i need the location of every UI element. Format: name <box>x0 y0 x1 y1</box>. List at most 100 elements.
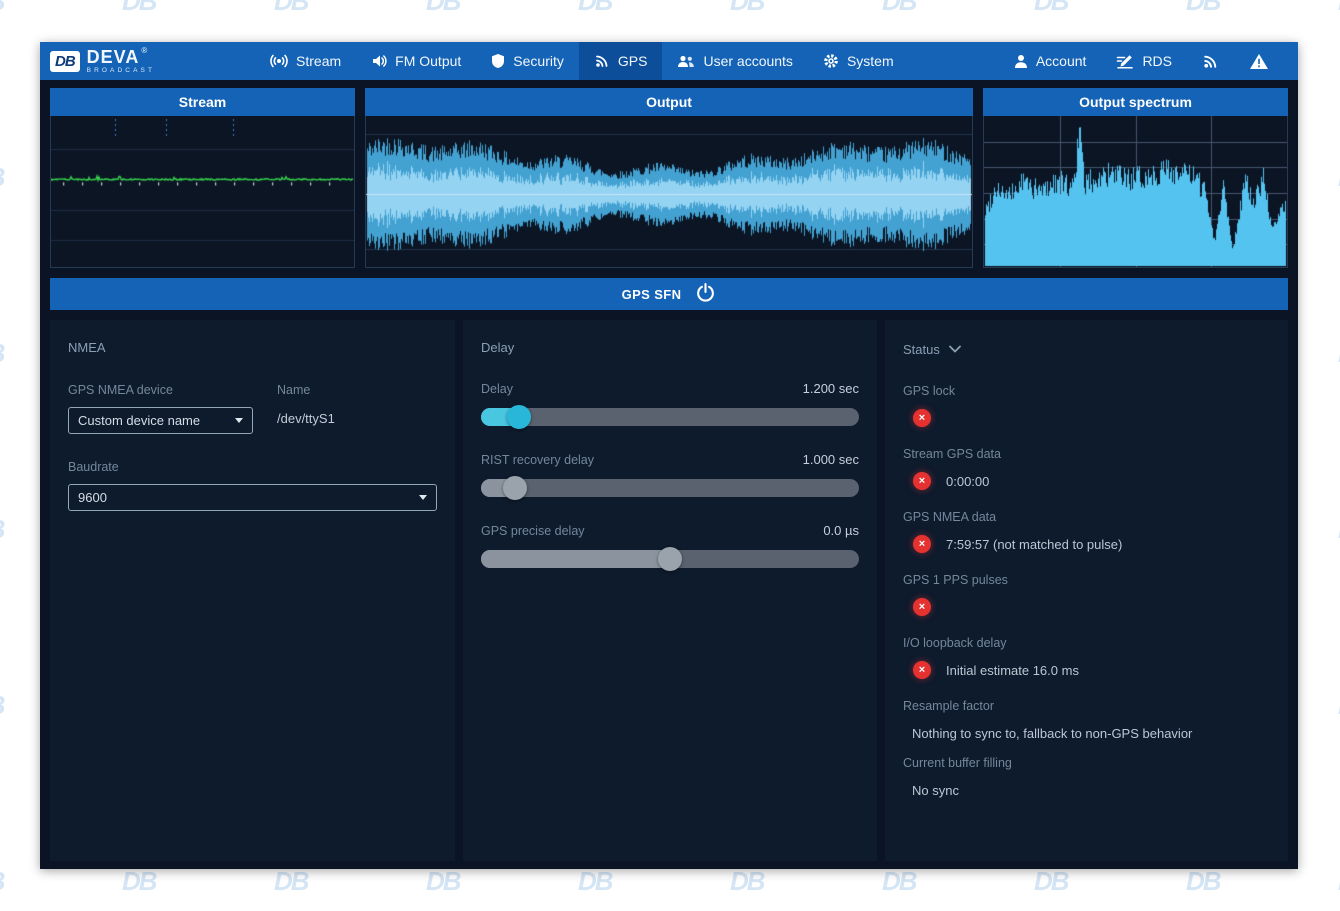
status-item: Stream GPS data × 0:00:00 <box>903 447 1270 490</box>
nav-item-account[interactable]: Account <box>999 42 1102 80</box>
nav-item-fm-output[interactable]: FM Output <box>356 42 476 80</box>
watermark-logo: DB <box>274 0 308 17</box>
watermark-logo: DB <box>0 0 4 17</box>
gps-precise-delay-value: 0.0 µs <box>823 523 859 538</box>
watermark-logo: DB <box>578 866 612 897</box>
status-item-label: GPS 1 PPS pulses <box>903 573 1270 587</box>
chevron-down-icon[interactable] <box>949 340 961 358</box>
shield-icon <box>491 53 505 69</box>
nav-item-stream[interactable]: Stream <box>255 42 356 80</box>
db-logo-icon: DB <box>50 51 80 72</box>
gps-nmea-device-label: GPS NMEA device <box>68 383 253 397</box>
status-item-label: GPS lock <box>903 384 1270 398</box>
rist-recovery-delay-value: 1.000 sec <box>803 452 859 467</box>
nav-button-alerts[interactable] <box>1234 42 1284 80</box>
nav-item-label: Account <box>1036 53 1087 69</box>
status-item-label: Stream GPS data <box>903 447 1270 461</box>
watermark-logo: DB <box>0 866 4 897</box>
status-item-detail: 0:00:00 <box>946 474 989 489</box>
watermark-logo: DB <box>730 866 764 897</box>
watermark-logo: DB <box>0 690 4 721</box>
watermark-logo: DB <box>426 0 460 17</box>
status-item-value-row: × 0:00:00 <box>903 472 1270 490</box>
watermark-logo: DB <box>1034 0 1068 17</box>
navbar: DB DEVA ® BROADCAST Stream FM Outp <box>40 42 1298 80</box>
gps-sfn-label: GPS SFN <box>622 287 682 302</box>
output-spectrum-panel-title: Output spectrum <box>983 88 1288 116</box>
status-item-label: I/O loopback delay <box>903 636 1270 650</box>
stream-panel-title: Stream <box>50 88 355 116</box>
error-icon: × <box>913 472 931 490</box>
error-icon: × <box>913 598 931 616</box>
baudrate-label: Baudrate <box>68 460 437 474</box>
power-button[interactable] <box>695 282 716 306</box>
nmea-section: NMEA GPS NMEA device Custom device name … <box>50 320 455 861</box>
watermark-logo: DB <box>0 514 4 545</box>
gps-sfn-bar: GPS SFN <box>50 278 1288 310</box>
rist-recovery-delay-thumb[interactable] <box>503 476 527 500</box>
charts-row: Stream Output Output spectrum <box>50 88 1288 268</box>
status-item-label: Resample factor <box>903 699 1270 713</box>
output-spectrum-panel: Output spectrum <box>983 88 1288 268</box>
nav-button-antenna[interactable] <box>1187 42 1234 80</box>
warning-triangle-icon <box>1249 53 1269 70</box>
rist-recovery-delay-slider-row: RIST recovery delay 1.000 sec <box>481 452 859 497</box>
watermark-logo: DB <box>274 866 308 897</box>
antenna-icon <box>1202 53 1219 70</box>
watermark-logo: DB <box>882 0 916 17</box>
gps-precise-delay-thumb[interactable] <box>658 547 682 571</box>
rist-recovery-delay-track[interactable] <box>481 479 859 497</box>
brand-name: DEVA <box>87 48 140 66</box>
nav-item-user-accounts[interactable]: User accounts <box>662 42 807 80</box>
gps-nmea-device-select[interactable]: Custom device name <box>68 407 253 434</box>
delay-slider-track[interactable] <box>481 408 859 426</box>
watermark-logo: DB <box>882 866 916 897</box>
baudrate-select[interactable]: 9600 <box>68 484 437 511</box>
gps-precise-delay-slider-row: GPS precise delay 0.0 µs <box>481 523 859 568</box>
spectrum-chart <box>984 116 1287 267</box>
users-icon <box>677 54 695 68</box>
content-row: NMEA GPS NMEA device Custom device name … <box>50 320 1288 861</box>
delay-slider-thumb[interactable] <box>507 405 531 429</box>
status-item-label: GPS NMEA data <box>903 510 1270 524</box>
nav-item-security[interactable]: Security <box>476 42 579 80</box>
chevron-down-icon <box>235 418 243 423</box>
nav-item-rds[interactable]: RDS <box>1101 42 1187 80</box>
status-item: I/O loopback delay ×Initial estimate 16.0… <box>903 636 1270 679</box>
gear-icon <box>823 53 839 69</box>
person-icon <box>1014 54 1028 69</box>
device-name-value: /dev/ttyS1 <box>277 411 437 426</box>
status-item-detail: Nothing to sync to, fallback to non-GPS … <box>912 726 1192 741</box>
stream-chart-area <box>50 116 355 268</box>
status-items: GPS lock × Stream GPS data × 0:00:00 GPS NMEA… <box>903 384 1270 799</box>
watermark-logo: DB <box>122 0 156 17</box>
status-item: Current buffer filling No sync <box>903 756 1270 799</box>
output-chart-area <box>365 116 973 268</box>
registered-mark: ® <box>141 47 147 55</box>
chevron-down-icon <box>419 495 427 500</box>
nmea-heading: NMEA <box>68 340 437 355</box>
error-icon: × <box>913 661 931 679</box>
nav-item-system[interactable]: System <box>808 42 909 80</box>
status-item-value-row: ×Initial estimate 16.0 ms <box>903 661 1270 679</box>
gps-precise-delay-track[interactable] <box>481 550 859 568</box>
nav-item-label: User accounts <box>703 53 792 69</box>
status-item-detail: No sync <box>912 783 959 798</box>
watermark-logo: DB <box>1034 866 1068 897</box>
watermark-logo: DB <box>426 866 460 897</box>
status-item-value-row: × <box>903 598 1270 616</box>
brand-logo: DB DEVA ® BROADCAST <box>40 42 169 80</box>
output-panel: Output <box>365 88 973 268</box>
watermark-logo: DB <box>578 0 612 17</box>
status-item-label: Current buffer filling <box>903 756 1270 770</box>
stream-panel: Stream <box>50 88 355 268</box>
nav-item-label: System <box>847 53 894 69</box>
delay-slider-row: Delay 1.200 sec <box>481 381 859 426</box>
error-icon: × <box>913 535 931 553</box>
watermark-logo: DB <box>122 866 156 897</box>
brand-subtitle: BROADCAST <box>87 68 155 75</box>
output-panel-title: Output <box>365 88 973 116</box>
delay-heading: Delay <box>481 340 859 355</box>
nav-item-gps[interactable]: GPS <box>579 42 663 80</box>
edit-icon <box>1116 54 1134 69</box>
